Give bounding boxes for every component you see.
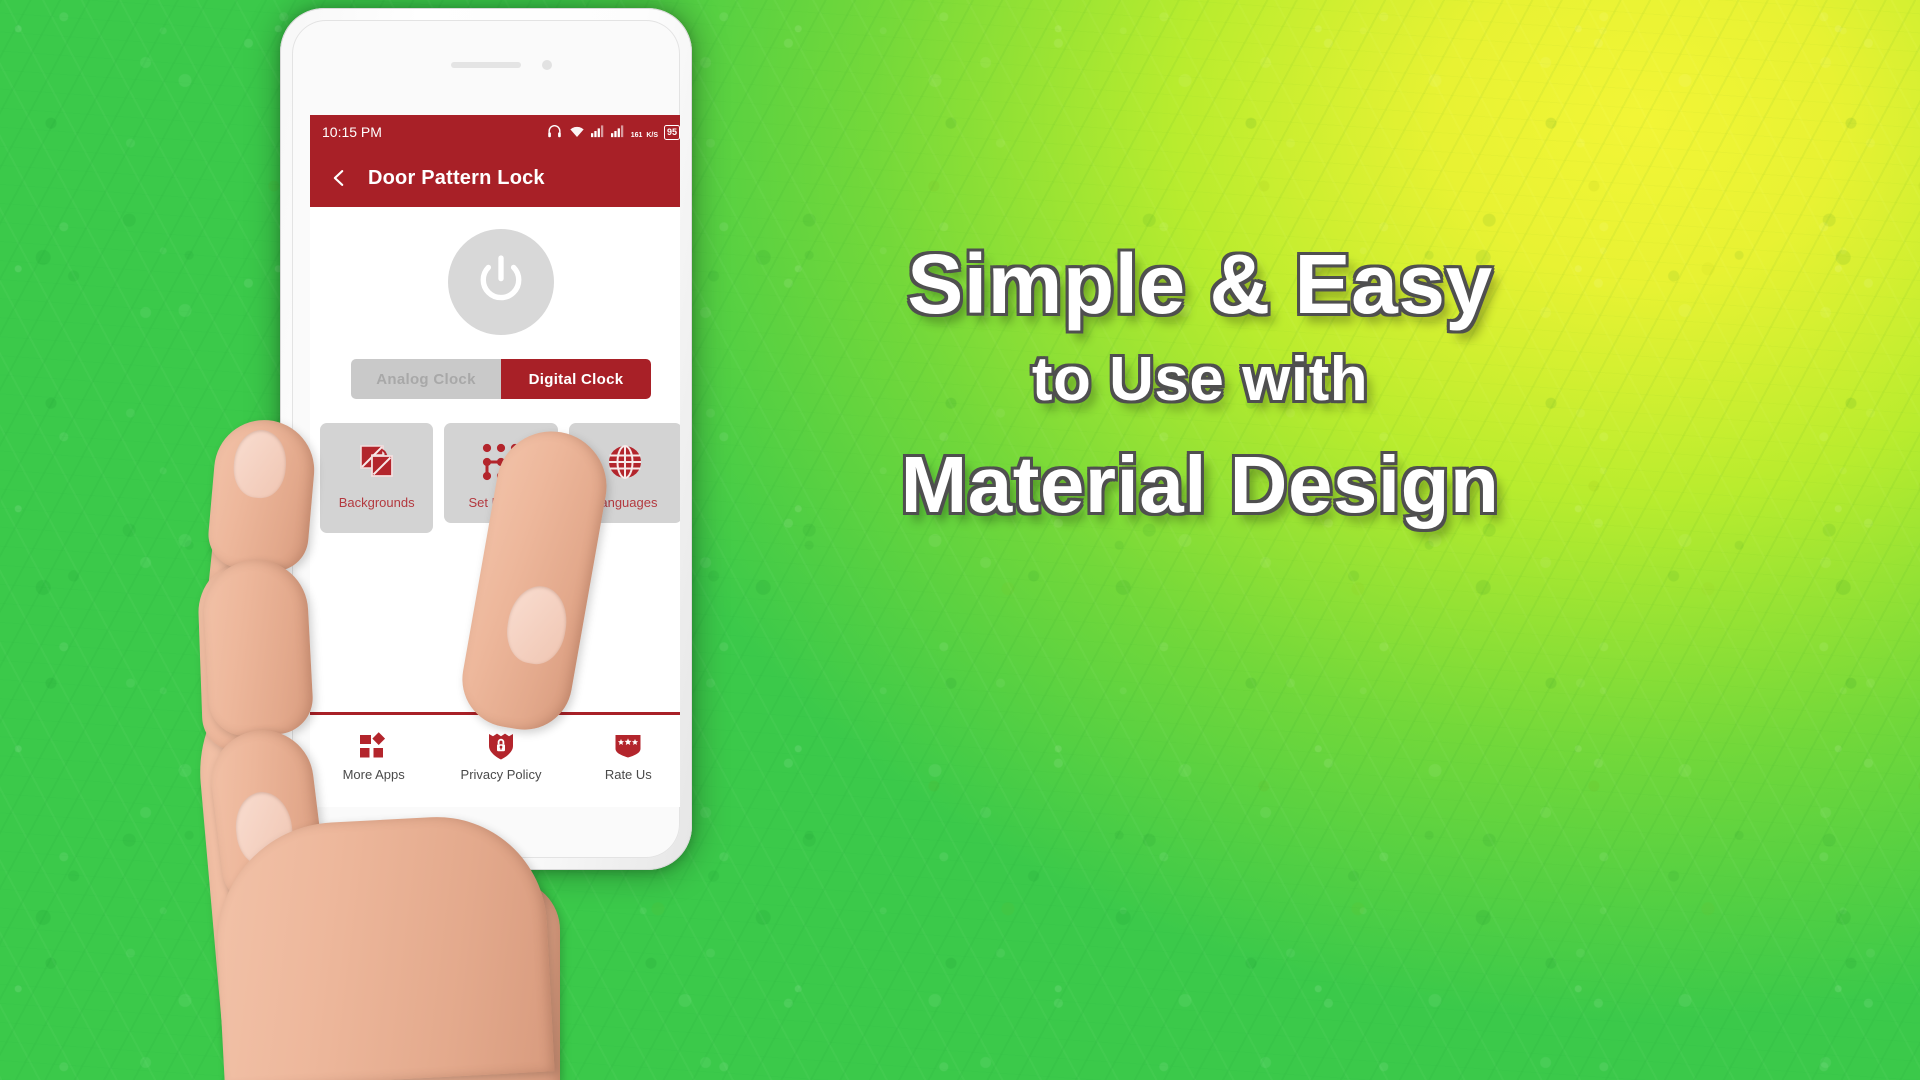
globe-icon: [605, 439, 645, 485]
pattern-dots-icon: [481, 439, 521, 485]
wifi-icon: [569, 124, 585, 141]
nav-item-privacy-policy-label: Privacy Policy: [460, 767, 542, 782]
headline-line-1: Simple & Easy: [907, 237, 1493, 331]
nav-item-more-apps-label: More Apps: [342, 767, 405, 782]
headline-line-2: to Use with: [1031, 345, 1369, 414]
chevron-left-icon[interactable]: [326, 165, 352, 191]
stars-badge-icon: [613, 729, 643, 763]
bottom-navigation: More Apps Privacy Policy Rate Us: [310, 715, 680, 807]
card-backgrounds[interactable]: Backgrounds: [320, 423, 434, 533]
signal-icon: [590, 124, 605, 141]
phone-earpiece: [451, 62, 521, 68]
status-bar: 10:15 PM 161 K/S 95: [310, 115, 680, 149]
battery-icon: 95: [663, 124, 680, 140]
feature-card-row: Backgrounds Set Pattern Languages: [310, 399, 680, 533]
status-bar-time: 10:15 PM: [322, 124, 382, 140]
power-toggle-button[interactable]: [448, 229, 554, 335]
phone-front-camera: [542, 60, 552, 70]
signal-icon-2: [610, 124, 625, 141]
network-speed-icon: 161 K/S: [631, 124, 658, 140]
phone-inner-frame: 10:15 PM 161 K/S 95 Door Pattern Lock An…: [292, 20, 680, 858]
status-bar-icons: 161 K/S 95: [546, 123, 680, 142]
network-speed-value: 161: [630, 132, 643, 139]
card-languages[interactable]: Languages: [568, 423, 680, 523]
card-set-pattern[interactable]: Set Pattern: [444, 423, 558, 523]
phone-screen: 10:15 PM 161 K/S 95 Door Pattern Lock An…: [310, 115, 680, 807]
toggle-analog-clock[interactable]: Analog Clock: [351, 359, 501, 399]
toggle-digital-clock[interactable]: Digital Clock: [501, 359, 651, 399]
power-button-wrap: [310, 207, 680, 335]
phone-body: 10:15 PM 161 K/S 95 Door Pattern Lock An…: [280, 8, 692, 870]
screen-content: Analog Clock Digital Clock Backgrounds S…: [310, 207, 680, 807]
card-languages-label: Languages: [593, 495, 658, 510]
nav-item-privacy-policy[interactable]: Privacy Policy: [437, 729, 564, 783]
battery-percent: 95: [666, 127, 677, 137]
network-speed-unit: K/S: [646, 132, 658, 139]
card-backgrounds-label: Backgrounds: [338, 495, 415, 510]
clock-type-toggle[interactable]: Analog Clock Digital Clock: [351, 359, 651, 399]
phone-mockup: 10:15 PM 161 K/S 95 Door Pattern Lock An…: [272, 0, 702, 880]
card-set-pattern-label: Set Pattern: [468, 495, 534, 510]
images-icon: [357, 439, 397, 485]
nav-item-more-apps[interactable]: More Apps: [310, 729, 437, 783]
shield-lock-icon: [487, 729, 515, 763]
app-bar: Door Pattern Lock: [310, 149, 680, 207]
apps-grid-icon: [359, 729, 389, 763]
nav-item-rate-us[interactable]: Rate Us: [565, 729, 680, 783]
nav-item-rate-us-label: Rate Us: [604, 767, 652, 782]
headphone-icon: [546, 123, 563, 142]
page-title: Door Pattern Lock: [368, 166, 545, 189]
power-icon: [473, 252, 529, 313]
headline-line-3: Material Design: [900, 440, 1500, 529]
